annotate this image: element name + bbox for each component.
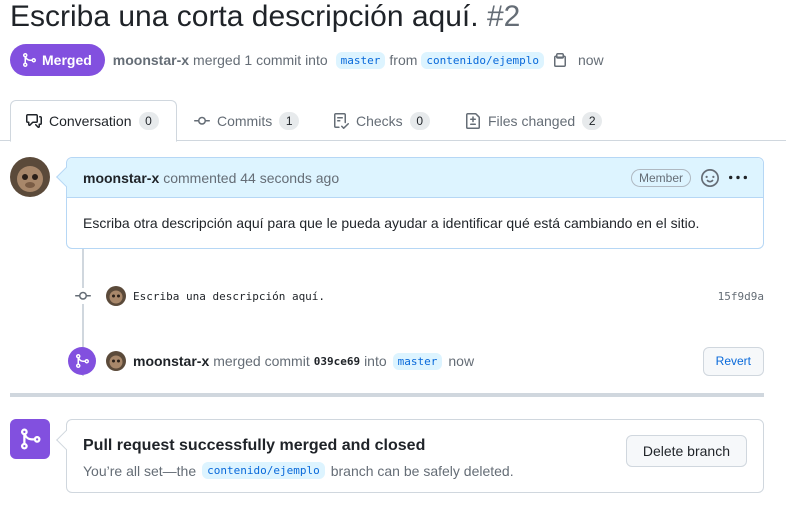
comment-author-link[interactable]: moonstar-x xyxy=(83,170,159,186)
comment-action[interactable]: commented 44 seconds ago xyxy=(163,170,339,186)
merge-sub-suffix: branch can be safely deleted. xyxy=(330,462,514,479)
file-diff-icon xyxy=(466,112,480,129)
state-badge: Merged xyxy=(10,44,105,76)
pr-time: now xyxy=(577,52,604,68)
base-branch[interactable]: master xyxy=(335,51,386,69)
revert-button[interactable]: Revert xyxy=(702,346,764,376)
merge-time: now xyxy=(448,353,475,369)
pr-number: #2 xyxy=(486,0,521,33)
git-merge-icon xyxy=(68,347,96,375)
pr-author-link[interactable]: moonstar-x xyxy=(113,52,189,68)
merged-text: merged 1 commit into xyxy=(193,52,328,68)
tab-files-changed[interactable]: Files changed 2 xyxy=(465,100,603,141)
pr-title-text: Escriba una corta descripción aquí. xyxy=(10,0,479,33)
tab-counter: 2 xyxy=(582,111,603,130)
tab-label: Files changed xyxy=(488,112,576,129)
avatar[interactable] xyxy=(106,286,126,306)
git-commit-icon xyxy=(194,116,210,125)
kebab-menu-icon[interactable] xyxy=(729,169,747,187)
commit-message-link[interactable]: Escriba una descripción aquí. xyxy=(133,290,325,303)
tab-conversation[interactable]: Conversation 0 xyxy=(10,100,177,142)
tab-label: Conversation xyxy=(49,113,132,129)
merge-sha-link[interactable]: 039ce69 xyxy=(314,355,360,368)
tab-counter: 1 xyxy=(279,111,300,130)
merge-branch[interactable]: master xyxy=(392,352,443,370)
tab-checks[interactable]: Checks 0 xyxy=(333,100,430,141)
comment-card: moonstar-x commented 44 seconds ago Memb… xyxy=(56,157,764,249)
avatar[interactable] xyxy=(106,351,126,371)
comment-body: Escriba otra descripción aquí para que l… xyxy=(83,215,700,231)
tab-label: Checks xyxy=(356,112,403,129)
timeline-divider xyxy=(10,393,764,397)
pr-meta: Merged moonstar-x merged 1 commit into m… xyxy=(10,44,604,76)
copy-icon[interactable] xyxy=(552,52,568,68)
tab-label: Commits xyxy=(217,112,273,129)
deletable-branch[interactable]: contenido/ejemplo xyxy=(202,462,325,479)
merge-author-link[interactable]: moonstar-x xyxy=(133,353,209,369)
comment-header: moonstar-x commented 44 seconds ago Memb… xyxy=(67,158,763,198)
commit-item: Escriba una descripción aquí. 15f9d9a xyxy=(74,284,764,308)
merge-status-title: Pull request successfully merged and clo… xyxy=(83,437,426,454)
tab-counter: 0 xyxy=(138,112,159,130)
pr-tabs: Conversation 0 Commits 1 Checks 0 Files … xyxy=(0,100,786,142)
head-branch[interactable]: contenido/ejemplo xyxy=(421,51,544,69)
delete-branch-button[interactable]: Delete branch xyxy=(625,435,747,467)
comment-discussion-icon xyxy=(26,114,42,128)
avatar[interactable] xyxy=(10,157,50,197)
merge-status-subtitle: You’re all set—the contenido/ejemplo bra… xyxy=(83,462,514,479)
tab-commits[interactable]: Commits 1 xyxy=(194,100,300,141)
member-badge: Member xyxy=(630,168,691,187)
merge-text: merged commit xyxy=(213,353,310,369)
commit-sha-link[interactable]: 15f9d9a xyxy=(718,290,764,303)
smiley-icon[interactable] xyxy=(701,168,719,187)
merge-status-box: Pull request successfully merged and clo… xyxy=(56,419,764,493)
checklist-icon xyxy=(334,112,349,129)
git-merge-icon xyxy=(23,53,37,67)
into-text: into xyxy=(364,353,387,369)
page-title: Escriba una corta descripción aquí. #2 xyxy=(10,0,520,34)
git-commit-icon xyxy=(74,288,92,304)
merge-sub-prefix: You’re all set—the xyxy=(83,462,197,479)
from-text: from xyxy=(389,52,418,68)
merge-event: moonstar-x merged commit 039ce69 into ma… xyxy=(68,346,764,376)
tab-counter: 0 xyxy=(409,111,430,130)
git-merge-icon xyxy=(10,419,50,459)
state-label: Merged xyxy=(42,52,92,68)
